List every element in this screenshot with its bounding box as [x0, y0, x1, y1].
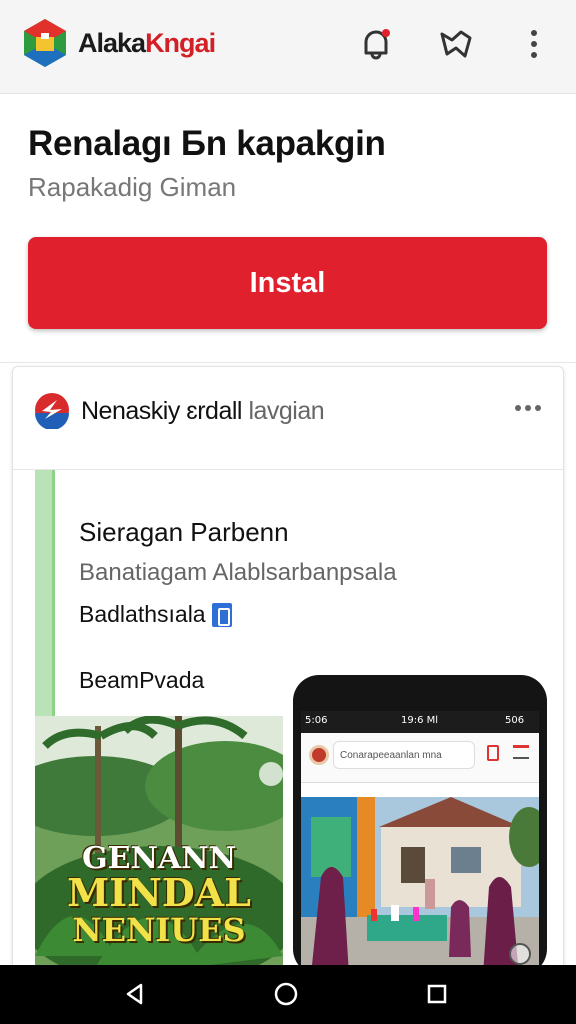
card-avatar-icon[interactable]: [33, 391, 71, 429]
home-icon[interactable]: [269, 977, 303, 1011]
phone-status-mid: 19:6 Ml: [401, 715, 439, 726]
app-bar: AlakaKngai: [0, 0, 576, 94]
phone-avatar: [309, 745, 329, 765]
app-name: AlakaKngai: [78, 28, 216, 59]
phone-photo: [301, 797, 539, 975]
post-footer: BeamPvada: [79, 667, 205, 693]
system-nav-bar: [0, 965, 576, 1024]
phone-inbox-icon: [513, 745, 529, 759]
quote-bar: [35, 470, 55, 722]
phone-status-right: 506: [505, 715, 525, 726]
recents-icon[interactable]: [420, 977, 454, 1011]
logo-icon[interactable]: [22, 17, 68, 69]
back-icon[interactable]: [118, 977, 152, 1011]
thumbnail-text-line2: MINDAL: [67, 870, 251, 915]
more-vertical-icon[interactable]: [516, 25, 552, 63]
phone-action-icon: [509, 943, 531, 965]
install-button[interactable]: Instal: [28, 237, 547, 329]
card-title-main: Nenaskiy ɛrdall: [81, 397, 242, 425]
post-title: Sieragan Parbenn: [79, 517, 289, 547]
refresh-icon[interactable]: [259, 762, 283, 786]
phone-screen: 5:06 19:6 Ml 506 Conarapeeaanlan mna: [301, 711, 539, 975]
phone-status-time: 5:06: [305, 715, 328, 726]
post-line: Badlathsıala: [79, 601, 232, 628]
app-name-part1: Alaka: [78, 28, 146, 58]
card-divider: [13, 469, 563, 470]
app-name-part2: Kngai: [145, 28, 216, 58]
phone-status-bar: 5:06 19:6 Ml 506: [301, 711, 539, 733]
map-icon[interactable]: [438, 25, 474, 63]
thumbnail-image-left[interactable]: GENANN MINDAL NENIUES: [35, 716, 283, 968]
notification-bell-icon[interactable]: [358, 25, 394, 63]
feed-card: Nenaskiy ɛrdall lavgian Sieragan Parbenn…: [12, 366, 564, 986]
section-divider: [0, 362, 576, 363]
phone-app-bar: Conarapeeaanlan mna: [301, 733, 539, 783]
post-line-text: Badlathsıala: [79, 601, 206, 627]
phone-share-icon: [487, 745, 499, 761]
phone-mockup-image[interactable]: 5:06 19:6 Ml 506 Conarapeeaanlan mna: [293, 675, 547, 975]
page-title: Renalagı Бn kapakgin: [28, 124, 386, 163]
card-title[interactable]: Nenaskiy ɛrdall lavgian: [81, 397, 325, 426]
thumbnail-text-line3: NENIUES: [72, 911, 246, 949]
more-horizontal-icon[interactable]: [513, 401, 543, 415]
badge-icon: [211, 602, 232, 627]
phone-search-field: Conarapeeaanlan mna: [333, 741, 475, 769]
post-subtitle: Banatiagam Alablsarbanpsala: [79, 559, 397, 586]
page-subtitle: Rapakadig Giman: [28, 172, 237, 202]
card-title-grey: lavgian: [248, 397, 325, 425]
